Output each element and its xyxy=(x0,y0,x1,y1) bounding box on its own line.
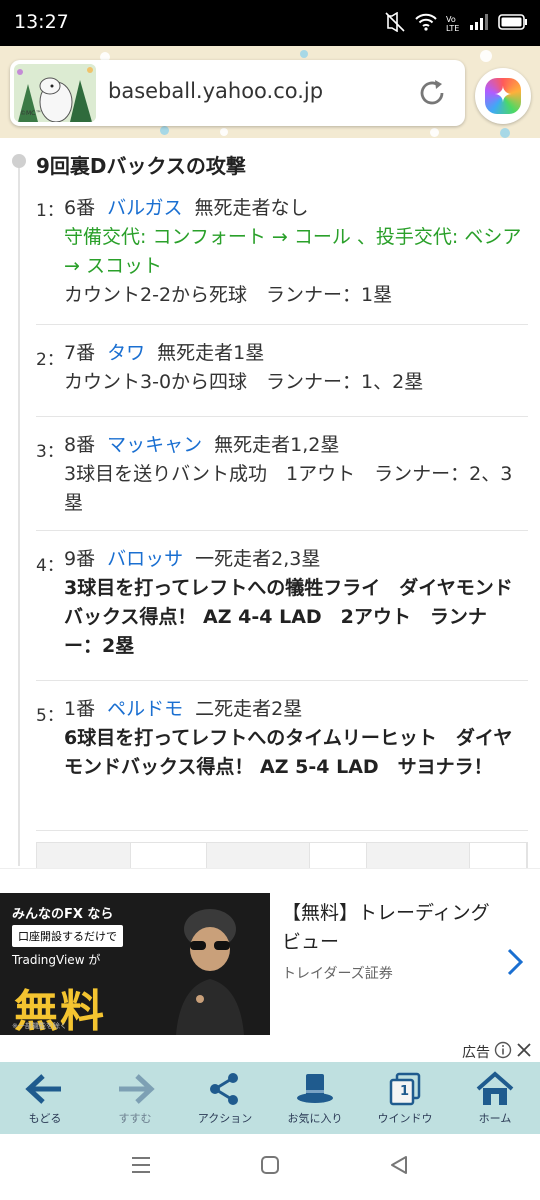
back-triangle-icon[interactable] xyxy=(388,1154,410,1180)
runner-situation: 無死走者1,2塁 xyxy=(214,434,340,456)
reload-icon[interactable] xyxy=(415,76,449,110)
play-by-play: 9回裏Dバックスの攻撃 1： 6番 バルガス 無死走者なし 守備交代: コンフォート… xyxy=(0,138,540,868)
forward-button[interactable]: すすむ xyxy=(90,1062,180,1134)
play-body: 6番 バルガス 無死走者なし 守備交代: コンフォート → コール 、投手交代: ベ… xyxy=(64,194,524,310)
window-button[interactable]: 1 ウインドウ xyxy=(360,1062,450,1134)
url-bar[interactable]: ©MC™ baseball.yahoo.co.jp xyxy=(10,60,465,126)
batter-line: 6番 バルガス 無死走者なし xyxy=(64,194,524,223)
ad-label-text: 広告 xyxy=(462,1045,490,1061)
forward-arrow-icon xyxy=(115,1070,155,1108)
play-item: 3： 8番 マッキャン 無死走者1,2塁 3球目を送りバント成功 1アウト ランナー… xyxy=(36,417,528,531)
status-icons: Vo LTE xyxy=(384,11,528,36)
ad-image-tv-text: TradingView が xyxy=(12,953,101,967)
runner-situation: 無死走者1塁 xyxy=(157,342,265,364)
battery-icon xyxy=(498,13,528,35)
action-label: アクション xyxy=(197,1112,253,1125)
batting-order: 9番 xyxy=(64,548,96,570)
play-number: 1： xyxy=(36,201,64,221)
status-bar: 13:27 Vo LTE xyxy=(0,0,540,46)
action-button[interactable]: アクション xyxy=(180,1062,270,1134)
batter-line: 1番 ペルドモ 二死走者2塁 xyxy=(64,695,524,724)
play-result: カウント3-0から四球 ランナー：1、2塁 xyxy=(64,371,424,393)
home-circle-icon[interactable] xyxy=(259,1154,281,1180)
play-body: 7番 タワ 無死走者1塁 カウント3-0から四球 ランナー：1、2塁 xyxy=(64,339,524,397)
play-number: 3： xyxy=(36,442,64,462)
forward-label: すすむ xyxy=(118,1112,152,1125)
batting-order: 8番 xyxy=(64,434,96,456)
inning-title: 9回裏Dバックスの攻撃 xyxy=(36,154,246,178)
substitution-text: 守備交代: コンフォート → コール 、投手交代: ベシア → スコット xyxy=(64,226,522,277)
back-button[interactable]: もどる xyxy=(0,1062,90,1134)
ad-image[interactable]: みんなのFX なら 口座開設するだけで TradingView が 無料 ※一部… xyxy=(0,893,270,1035)
assistant-icon[interactable]: ✦ xyxy=(475,68,531,124)
advertisement[interactable]: みんなのFX なら 口座開設するだけで TradingView が 無料 ※一部… xyxy=(0,868,540,1062)
browser-header: ©MC™ baseball.yahoo.co.jp ✦ xyxy=(0,46,540,138)
runner-situation: 一死走者2,3塁 xyxy=(195,548,321,570)
system-nav-bar xyxy=(0,1134,540,1200)
chevron-right-icon[interactable] xyxy=(504,945,526,988)
batting-order: 7番 xyxy=(64,342,96,364)
play-item: 1： 6番 バルガス 無死走者なし 守備交代: コンフォート → コール 、投手交代… xyxy=(36,190,528,325)
bookmarks-button[interactable]: お気に入り xyxy=(270,1062,360,1134)
share-icon xyxy=(207,1070,243,1108)
runner-situation: 無死走者なし xyxy=(194,197,309,219)
batting-order: 6番 xyxy=(64,197,96,219)
window-label: ウインドウ xyxy=(377,1112,433,1125)
batter-link[interactable]: タワ xyxy=(107,342,145,364)
timeline-dot xyxy=(12,154,26,168)
play-body: 8番 マッキャン 無死走者1,2塁 3球目を送りバント成功 1アウト ランナー：2、… xyxy=(64,431,524,518)
ad-person-illustration xyxy=(160,901,260,1035)
play-number: 4： xyxy=(36,556,64,576)
timeline-line xyxy=(18,166,20,866)
browser-toolbar: もどる すすむ アクション お気に入り 1 ウインドウ ホーム xyxy=(0,1062,540,1134)
logo-caption: ©MC™ xyxy=(20,110,42,117)
signal-icon xyxy=(469,13,489,35)
play-body: 9番 バロッサ 一死走者2,3塁 3球目を打ってレフトへの犠牲フライ ダイヤモンドバ… xyxy=(64,545,524,661)
batter-line: 8番 マッキャン 無死走者1,2塁 xyxy=(64,431,524,460)
bookmarks-label: お気に入り xyxy=(287,1112,343,1125)
play-result: 3球目を打ってレフトへの犠牲フライ ダイヤモンドバックス得点！ AZ 4-4 L… xyxy=(64,577,513,657)
play-body: 1番 ペルドモ 二死走者2塁 6球目を打ってレフトへのタイムリーヒット ダイヤモンド… xyxy=(64,695,524,782)
batter-link[interactable]: バロッサ xyxy=(107,548,183,570)
window-count: 1 xyxy=(400,1084,410,1099)
window-icon: 1 xyxy=(387,1070,423,1108)
ad-image-note: ※一部機能を除く xyxy=(12,1022,67,1030)
batter-link[interactable]: バルガス xyxy=(107,197,182,219)
ad-image-fx-text: みんなのFX なら xyxy=(12,907,114,922)
play-number: 2： xyxy=(36,350,64,370)
play-number: 5： xyxy=(36,706,64,726)
url-text[interactable]: baseball.yahoo.co.jp xyxy=(108,79,323,103)
play-result: カウント2-2から死球 ランナー：1塁 xyxy=(64,284,393,306)
mute-icon xyxy=(384,11,406,36)
recents-icon[interactable] xyxy=(130,1154,152,1180)
wifi-icon xyxy=(415,13,437,35)
play-item: 5： 1番 ペルドモ 二死走者2塁 6球目を打ってレフトへのタイムリーヒット ダイヤ… xyxy=(36,681,528,831)
info-icon[interactable] xyxy=(494,1041,512,1063)
batting-order: 1番 xyxy=(64,698,96,720)
status-time: 13:27 xyxy=(14,11,69,33)
scoreboard-table-top xyxy=(36,842,528,868)
play-item: 2： 7番 タワ 無死走者1塁 カウント3-0から四球 ランナー：1、2塁 xyxy=(36,325,528,417)
back-label: もどる xyxy=(28,1112,62,1125)
batter-link[interactable]: ペルドモ xyxy=(107,698,183,720)
ad-title[interactable]: 【無料】トレーディングビュー xyxy=(282,899,497,957)
play-result: 3球目を送りバント成功 1アウト ランナー：2、3塁 xyxy=(64,463,513,514)
home-label: ホーム xyxy=(478,1112,512,1125)
close-icon[interactable] xyxy=(516,1042,532,1062)
volte-icon: Vo LTE xyxy=(446,15,460,33)
batter-link[interactable]: マッキャン xyxy=(107,434,202,456)
play-item: 4： 9番 バロッサ 一死走者2,3塁 3球目を打ってレフトへの犠牲フライ ダイヤモ… xyxy=(36,531,528,681)
batter-line: 7番 タワ 無死走者1塁 xyxy=(64,339,524,368)
back-arrow-icon xyxy=(25,1070,65,1108)
play-result: 6球目を打ってレフトへのタイムリーヒット ダイヤモンドバックス得点！ AZ 5-… xyxy=(64,727,513,778)
ad-sponsor: トレイダーズ証券 xyxy=(282,966,393,982)
moomin-theme-logo: ©MC™ xyxy=(14,64,96,122)
ad-choices[interactable]: 広告 xyxy=(462,1041,532,1063)
ad-image-open-text: 口座開設するだけで xyxy=(12,925,123,947)
batter-line: 9番 バロッサ 一死走者2,3塁 xyxy=(64,545,524,574)
home-icon xyxy=(475,1070,515,1108)
home-button[interactable]: ホーム xyxy=(450,1062,540,1134)
bookmark-hat-icon xyxy=(295,1070,335,1108)
runner-situation: 二死走者2塁 xyxy=(195,698,303,720)
